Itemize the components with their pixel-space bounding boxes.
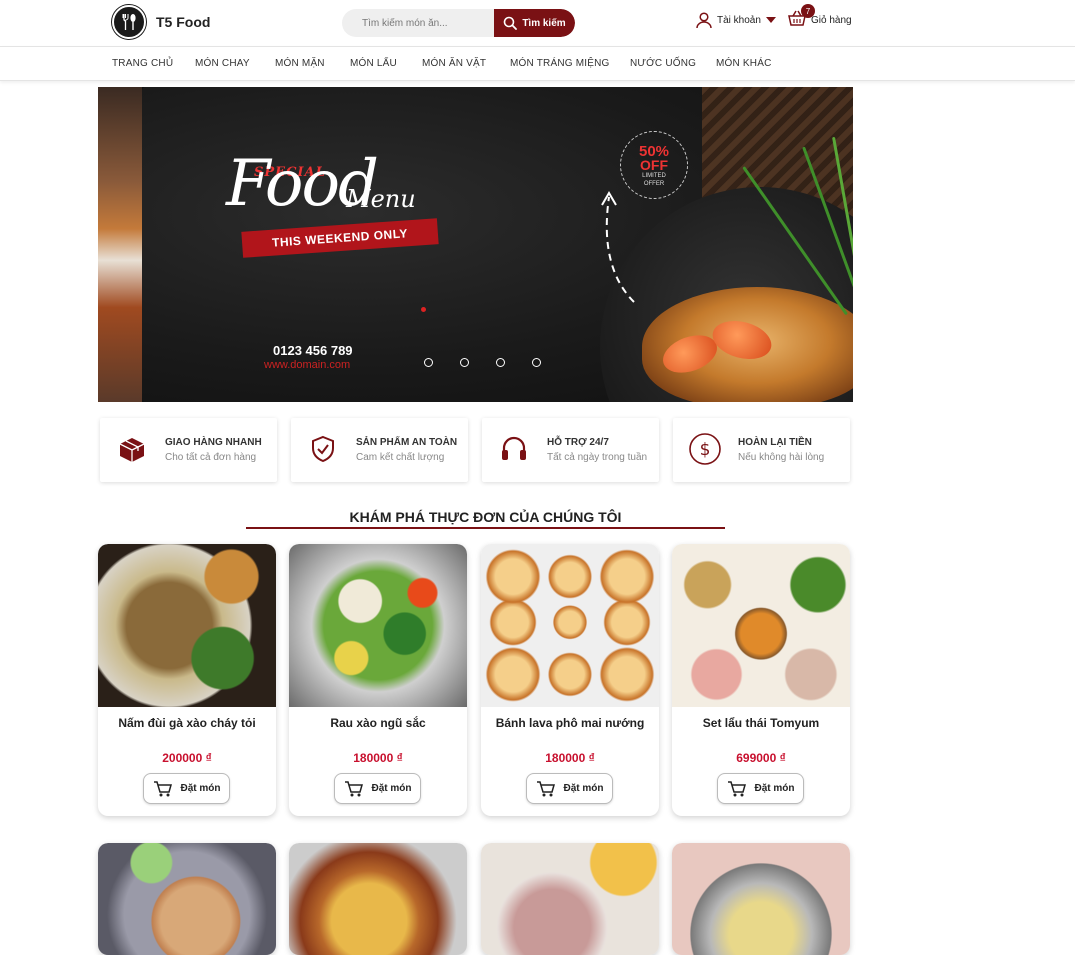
- feature-safe-product: SẢN PHẨM AN TOÀN Cam kết chất lượng: [291, 418, 468, 482]
- cart-icon: [727, 780, 746, 796]
- section-divider: [246, 527, 725, 529]
- discount-limited: LIMITED: [642, 173, 666, 179]
- feature-subtitle: Cam kết chất lượng: [356, 452, 445, 463]
- product-card[interactable]: Nấm đùi gà xào cháy tỏi 200000 ₫ Đặt món: [98, 544, 276, 816]
- cart-icon: [536, 780, 555, 796]
- order-button-label: Đặt món: [180, 783, 221, 794]
- nav-item-mon-khac[interactable]: MÓN KHÁC: [716, 58, 772, 69]
- nav-item-mon-trang-mieng[interactable]: MÓN TRÁNG MIỆNG: [510, 58, 609, 69]
- order-button[interactable]: Đặt món: [334, 773, 421, 804]
- account-menu[interactable]: Tài khoản: [695, 11, 776, 29]
- product-price: 699000 ₫: [736, 751, 786, 765]
- cart-icon: [344, 780, 363, 796]
- cart-label: Giỏ hàng: [811, 15, 852, 26]
- order-button-label: Đặt món: [563, 783, 604, 794]
- banner-phone: 0123 456 789: [273, 343, 353, 358]
- product-image[interactable]: [98, 843, 276, 955]
- product-image[interactable]: [672, 843, 850, 955]
- product-name[interactable]: Bánh lava phô mai nướng: [481, 716, 659, 730]
- nav-item-nuoc-uong[interactable]: NƯỚC UỐNG: [630, 58, 696, 69]
- top-header: T5 Food Tìm kiếm Tài khoản 7 Giỏ hàng: [0, 0, 1075, 46]
- fork-spoon-logo-icon[interactable]: [112, 5, 146, 39]
- user-icon: [696, 12, 712, 29]
- cart-icon: [153, 780, 172, 796]
- product-name[interactable]: Rau xào ngũ sắc: [289, 716, 467, 730]
- order-button[interactable]: Đặt món: [526, 773, 613, 804]
- shield-check-icon: [306, 432, 340, 466]
- order-button-label: Đặt món: [371, 783, 412, 794]
- product-image[interactable]: [481, 843, 659, 955]
- order-button[interactable]: Đặt món: [143, 773, 230, 804]
- slider-dots: [424, 358, 541, 367]
- feature-title: HỖ TRỢ 24/7: [547, 437, 609, 448]
- feature-title: SẢN PHẨM AN TOÀN: [356, 437, 458, 448]
- box-icon: [115, 432, 149, 466]
- nav-item-mon-chay[interactable]: MÓN CHAY: [195, 58, 250, 69]
- product-price: 180000 ₫: [545, 751, 595, 765]
- feature-refund: $ HOÀN LẠI TIỀN Nếu không hài lòng: [673, 418, 850, 482]
- product-name[interactable]: Set lẩu thái Tomyum: [672, 716, 850, 730]
- menu-section-title: KHÁM PHÁ THỰC ĐƠN CỦA CHÚNG TÔI: [349, 509, 622, 525]
- feature-title: GIAO HÀNG NHANH: [165, 437, 262, 448]
- product-image[interactable]: [672, 544, 850, 707]
- account-label: Tài khoản: [717, 14, 761, 26]
- order-button[interactable]: Đặt món: [717, 773, 804, 804]
- nav-item-mon-man[interactable]: MÓN MẶN: [275, 58, 325, 69]
- product-card[interactable]: Bánh lava phô mai nướng 180000 ₫ Đặt món: [481, 544, 659, 816]
- product-card[interactable]: [672, 843, 850, 955]
- banner-domain: www.domain.com: [264, 359, 351, 371]
- product-price: 180000 ₫: [353, 751, 403, 765]
- slider-dot-4[interactable]: [532, 358, 541, 367]
- discount-offer: OFFER: [643, 181, 665, 187]
- slider-dot-2[interactable]: [460, 358, 469, 367]
- product-card[interactable]: [289, 843, 467, 955]
- product-card[interactable]: [98, 843, 276, 955]
- feature-title: HOÀN LẠI TIỀN: [738, 437, 812, 448]
- feature-fast-delivery: GIAO HÀNG NHANH Cho tất cả đơn hàng: [100, 418, 277, 482]
- product-image[interactable]: [289, 544, 467, 707]
- feature-subtitle: Nếu không hài lòng: [738, 452, 825, 463]
- nav-item-trang-chu[interactable]: TRANG CHỦ: [112, 58, 173, 69]
- brand-name[interactable]: T5 Food: [156, 14, 210, 30]
- discount-off: OFF: [640, 157, 668, 173]
- banner-slide-image: SPECIAL Food Menu THIS WEEKEND ONLY 50% …: [142, 87, 853, 402]
- product-image[interactable]: [481, 544, 659, 707]
- search-icon: [504, 16, 518, 30]
- product-card[interactable]: Rau xào ngũ sắc 180000 ₫ Đặt món: [289, 544, 467, 816]
- previous-slide-image: [98, 87, 142, 402]
- order-button-label: Đặt món: [754, 783, 795, 794]
- search-input[interactable]: [342, 9, 494, 37]
- nav-item-mon-lau[interactable]: MÓN LẨU: [350, 58, 397, 69]
- banner-decor-dot: [421, 307, 426, 312]
- main-nav: TRANG CHỦ MÓN CHAY MÓN MẶN MÓN LẨU MÓN Ă…: [0, 46, 1075, 81]
- product-card[interactable]: Set lẩu thái Tomyum 699000 ₫ Đặt món: [672, 544, 850, 816]
- banner-menu-text: Menu: [346, 185, 416, 213]
- cart-button[interactable]: 7 Giỏ hàng: [787, 4, 852, 28]
- banner-slider[interactable]: SPECIAL Food Menu THIS WEEKEND ONLY 50% …: [98, 87, 853, 402]
- cart-count-badge: 7: [801, 4, 815, 18]
- search-button-label: Tìm kiếm: [522, 17, 566, 29]
- banner-weekend-text: THIS WEEKEND ONLY: [241, 218, 439, 258]
- features-row: GIAO HÀNG NHANH Cho tất cả đơn hàng SẢN …: [100, 418, 852, 482]
- feature-subtitle: Cho tất cả đơn hàng: [165, 452, 257, 463]
- product-image[interactable]: [289, 843, 467, 955]
- nav-item-mon-an-vat[interactable]: MÓN ĂN VẶT: [422, 58, 486, 69]
- product-image[interactable]: [98, 544, 276, 707]
- caret-down-icon: [765, 17, 776, 23]
- search-bar: Tìm kiếm: [342, 9, 575, 37]
- slider-dot-1[interactable]: [424, 358, 433, 367]
- feature-support: HỖ TRỢ 24/7 Tất cả ngày trong tuần: [482, 418, 659, 482]
- product-price: 200000 ₫: [162, 751, 212, 765]
- slider-dot-3[interactable]: [496, 358, 505, 367]
- feature-subtitle: Tất cả ngày trong tuần: [547, 452, 648, 463]
- curved-arrow-icon: [601, 191, 635, 303]
- product-name[interactable]: Nấm đùi gà xào cháy tỏi: [98, 716, 276, 730]
- product-card[interactable]: [481, 843, 659, 955]
- dollar-icon: $: [688, 432, 722, 466]
- svg-text:$: $: [700, 440, 711, 460]
- search-button[interactable]: Tìm kiếm: [494, 9, 575, 37]
- discount-badge: 50% OFF LIMITED OFFER: [620, 131, 688, 199]
- headphones-icon: [497, 432, 531, 466]
